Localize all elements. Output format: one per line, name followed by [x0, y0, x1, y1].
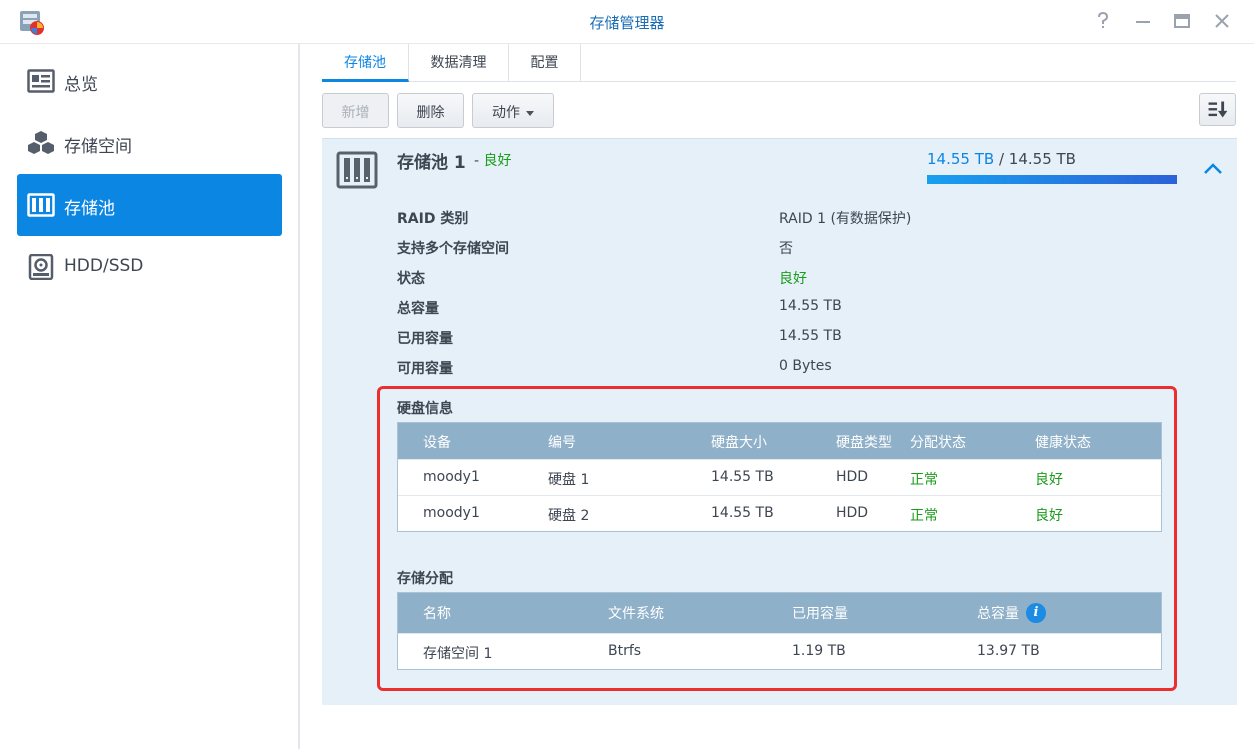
highlight-box	[377, 386, 1177, 691]
prop-label-available-capacity: 可用容量	[397, 361, 453, 377]
hdd-icon	[27, 253, 55, 281]
overview-icon	[27, 68, 55, 94]
sort-button[interactable]	[1199, 93, 1236, 126]
storage-pool-icon	[27, 192, 55, 218]
usage-separator: /	[998, 150, 1005, 168]
sidebar: 总览 存储空间 存储池 HDD/SSD	[0, 44, 300, 749]
action-dropdown-button[interactable]: 动作	[472, 93, 554, 128]
prop-value-available-capacity: 0 Bytes	[779, 358, 832, 374]
storage-pool-icon	[336, 151, 378, 189]
sidebar-item-label: HDD/SSD	[64, 256, 144, 276]
usage-text: 14.55 TB / 14.55 TB	[927, 150, 1076, 168]
tab-bar: 存储池 数据清理 配置	[322, 44, 1236, 82]
prop-value-raid-type: RAID 1 (有数据保护)	[779, 211, 912, 227]
sidebar-item-storage-pool[interactable]: 存储池	[17, 174, 282, 236]
minimize-icon[interactable]	[1130, 8, 1156, 34]
prop-value-multi-volume: 否	[779, 241, 793, 257]
status-badge: 良好	[483, 153, 512, 169]
chevron-down-icon	[526, 110, 534, 116]
total-capacity: 14.55 TB	[1008, 150, 1076, 168]
title-bar: 存储管理器	[0, 0, 1254, 44]
new-button[interactable]: 新增	[322, 93, 389, 128]
maximize-icon[interactable]	[1169, 8, 1195, 34]
help-icon[interactable]	[1090, 8, 1116, 34]
prop-label-used-capacity: 已用容量	[397, 331, 453, 347]
prop-label-multi-volume: 支持多个存储空间	[397, 241, 509, 257]
sidebar-item-label: 存储空间	[64, 137, 132, 157]
tab-storage-pool[interactable]: 存储池	[322, 44, 409, 82]
prop-value-total-capacity: 14.55 TB	[779, 298, 842, 314]
sort-descending-icon	[1208, 101, 1228, 118]
sidebar-item-label: 存储池	[64, 199, 115, 219]
sidebar-item-volumes[interactable]: 存储空间	[17, 112, 282, 174]
sidebar-item-overview[interactable]: 总览	[17, 50, 282, 112]
prop-label-total-capacity: 总容量	[397, 301, 439, 317]
collapse-button[interactable]	[1202, 161, 1224, 177]
action-label: 动作	[492, 105, 520, 121]
cubes-icon	[27, 130, 55, 156]
pool-status: - 良好	[474, 150, 512, 170]
used-capacity: 14.55 TB	[927, 150, 995, 168]
sidebar-item-hdd-ssd[interactable]: HDD/SSD	[17, 236, 282, 298]
prop-value-status: 良好	[779, 271, 807, 287]
window-title: 存储管理器	[589, 14, 665, 32]
tab-data-scrubbing[interactable]: 数据清理	[409, 44, 509, 82]
sidebar-item-label: 总览	[64, 75, 98, 95]
prop-label-raid-type: RAID 类别	[397, 211, 469, 227]
usage-bar-fill	[927, 175, 1177, 184]
tab-settings[interactable]: 配置	[509, 44, 581, 82]
chevron-up-icon	[1204, 163, 1222, 174]
pool-name: 存储池 1	[397, 153, 466, 173]
delete-button[interactable]: 删除	[397, 93, 464, 128]
usage-bar	[927, 175, 1177, 184]
prop-label-status: 状态	[397, 271, 425, 287]
close-icon[interactable]	[1209, 8, 1235, 34]
status-separator: -	[474, 153, 480, 169]
prop-value-used-capacity: 14.55 TB	[779, 328, 842, 344]
